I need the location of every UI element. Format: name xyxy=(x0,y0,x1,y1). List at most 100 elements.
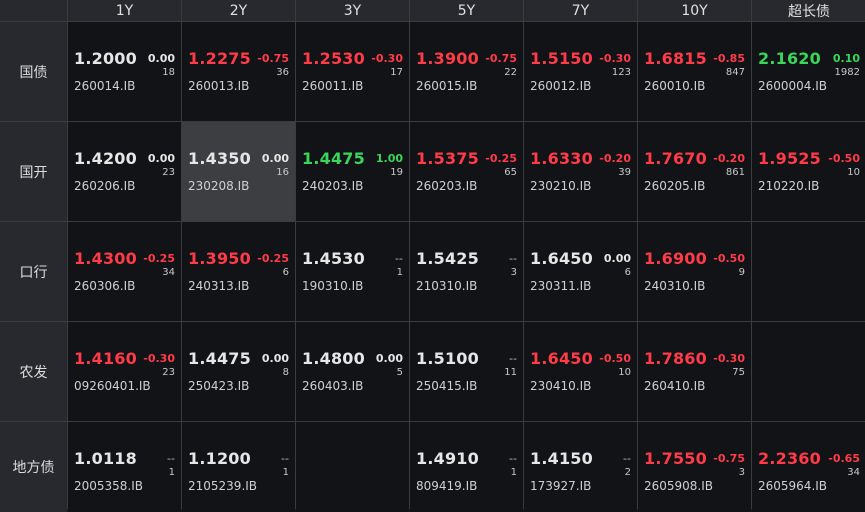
yield-value: 1.2275 xyxy=(188,49,251,68)
yield-change: -0.50 xyxy=(599,352,631,365)
bond-code: 210220.IB xyxy=(758,179,820,193)
bond-code: 240313.IB xyxy=(188,279,250,293)
trade-count: 11 xyxy=(504,367,517,378)
yield-change: -0.75 xyxy=(485,52,517,65)
quote-cell[interactable]: 1.5425 -- 3 210310.IB xyxy=(410,222,523,321)
quote-cell[interactable]: 1.3950 -0.25 6 240313.IB xyxy=(182,222,295,321)
quote-cell[interactable]: 1.6330 -0.20 39 230210.IB xyxy=(524,122,637,221)
yield-value: 2.2360 xyxy=(758,449,821,468)
quote-cell[interactable]: 1.2000 0.00 18 260014.IB xyxy=(68,22,181,121)
yield-value: 1.4160 xyxy=(74,349,137,368)
yield-change: 0.00 xyxy=(261,352,289,365)
quote-cell[interactable]: 1.4150 -- 2 173927.IB xyxy=(524,422,637,512)
trade-count: 75 xyxy=(732,367,745,378)
yield-change: 0.00 xyxy=(147,52,175,65)
trade-count: 3 xyxy=(510,267,517,278)
yield-value: 1.4910 xyxy=(416,449,479,468)
quote-cell[interactable]: 1.5375 -0.25 65 260203.IB xyxy=(410,122,523,221)
yield-change: -0.85 xyxy=(713,52,745,65)
quote-cell[interactable]: 1.1200 -- 1 2105239.IB xyxy=(182,422,295,512)
bond-code: 260013.IB xyxy=(188,79,250,93)
row-header-guokai[interactable]: 国开 xyxy=(0,122,67,221)
col-header-1y[interactable]: 1Y xyxy=(68,0,181,21)
row-header-guozhai[interactable]: 国债 xyxy=(0,22,67,121)
quote-cell[interactable]: 1.4475 1.00 19 240203.IB xyxy=(296,122,409,221)
trade-count: 847 xyxy=(725,67,745,78)
col-header-10y[interactable]: 10Y xyxy=(638,0,751,21)
trade-count: 1 xyxy=(396,267,403,278)
yield-change: -- xyxy=(509,452,517,465)
trade-count: 10 xyxy=(618,367,631,378)
yield-change: -- xyxy=(395,252,403,265)
bond-code: 09260401.IB xyxy=(74,379,151,393)
quote-cell[interactable]: 1.2275 -0.75 36 260013.IB xyxy=(182,22,295,121)
yield-value: 1.1200 xyxy=(188,449,251,468)
trade-count: 19 xyxy=(390,167,403,178)
yield-value: 1.5425 xyxy=(416,249,479,268)
quote-cell[interactable]: 1.4300 -0.25 34 260306.IB xyxy=(68,222,181,321)
corner-header xyxy=(0,0,67,21)
quote-cell[interactable]: 1.4200 0.00 23 260206.IB xyxy=(68,122,181,221)
row-header-nongfa[interactable]: 农发 xyxy=(0,322,67,421)
quote-cell[interactable]: 1.9525 -0.50 10 210220.IB xyxy=(752,122,865,221)
trade-count: 22 xyxy=(504,67,517,78)
quote-cell[interactable]: 1.2530 -0.30 17 260011.IB xyxy=(296,22,409,121)
quote-cell[interactable]: 1.4910 -- 1 809419.IB xyxy=(410,422,523,512)
yield-value: 1.6900 xyxy=(644,249,707,268)
quote-cell[interactable]: 1.7860 -0.30 75 260410.IB xyxy=(638,322,751,421)
trade-count: 36 xyxy=(276,67,289,78)
yield-value: 1.6450 xyxy=(530,249,593,268)
yield-value: 1.7550 xyxy=(644,449,707,468)
quote-cell[interactable]: 2.1620 0.10 1982 2600004.IB xyxy=(752,22,865,121)
col-header-3y[interactable]: 3Y xyxy=(296,0,409,21)
trade-count: 65 xyxy=(504,167,517,178)
yield-value: 1.4475 xyxy=(302,149,365,168)
col-header-ultra-long[interactable]: 超长债 xyxy=(752,0,865,21)
trade-count: 39 xyxy=(618,167,631,178)
trade-count: 1 xyxy=(168,467,175,478)
row-header-kouhang[interactable]: 口行 xyxy=(0,222,67,321)
quote-cell[interactable]: 1.6450 -0.50 10 230410.IB xyxy=(524,322,637,421)
quote-cell[interactable]: 1.4350 0.00 16 230208.IB xyxy=(182,122,295,221)
quote-cell[interactable]: 1.6900 -0.50 9 240310.IB xyxy=(638,222,751,321)
col-header-7y[interactable]: 7Y xyxy=(524,0,637,21)
yield-value: 1.2000 xyxy=(74,49,137,68)
col-header-2y[interactable]: 2Y xyxy=(182,0,295,21)
bond-code: 260015.IB xyxy=(416,79,478,93)
yield-change: -0.30 xyxy=(371,52,403,65)
quote-cell[interactable]: 1.5100 -- 11 250415.IB xyxy=(410,322,523,421)
yield-value: 1.4150 xyxy=(530,449,593,468)
bond-code: 2605908.IB xyxy=(644,479,714,493)
quote-cell[interactable]: 1.3900 -0.75 22 260015.IB xyxy=(410,22,523,121)
yield-change: 0.00 xyxy=(261,152,289,165)
yield-change: 0.00 xyxy=(375,352,403,365)
yield-value: 1.4475 xyxy=(188,349,251,368)
bond-code: 260011.IB xyxy=(302,79,364,93)
trade-count: 861 xyxy=(725,167,745,178)
yield-change: -0.25 xyxy=(485,152,517,165)
quote-cell[interactable]: 1.6815 -0.85 847 260010.IB xyxy=(638,22,751,121)
yield-value: 1.4800 xyxy=(302,349,365,368)
bond-code: 260206.IB xyxy=(74,179,136,193)
col-header-5y[interactable]: 5Y xyxy=(410,0,523,21)
row-header-difangzhai[interactable]: 地方债 xyxy=(0,422,67,512)
quote-cell[interactable]: 2.2360 -0.65 34 2605964.IB xyxy=(752,422,865,512)
bond-code: 2600004.IB xyxy=(758,79,828,93)
quote-cell[interactable]: 1.7670 -0.20 861 260205.IB xyxy=(638,122,751,221)
quote-cell[interactable]: 1.4530 -- 1 190310.IB xyxy=(296,222,409,321)
quote-cell[interactable]: 1.6450 0.00 6 230311.IB xyxy=(524,222,637,321)
trade-count: 16 xyxy=(276,167,289,178)
quote-cell[interactable]: 1.4800 0.00 5 260403.IB xyxy=(296,322,409,421)
quote-cell[interactable]: 1.5150 -0.30 123 260012.IB xyxy=(524,22,637,121)
yield-change: 0.10 xyxy=(832,52,860,65)
yield-change: 0.00 xyxy=(147,152,175,165)
quote-cell-empty xyxy=(752,222,865,321)
quote-cell[interactable]: 1.7550 -0.75 3 2605908.IB xyxy=(638,422,751,512)
yield-value: 1.4200 xyxy=(74,149,137,168)
trade-count: 6 xyxy=(624,267,631,278)
yield-change: -- xyxy=(623,452,631,465)
quote-cell[interactable]: 1.4475 0.00 8 250423.IB xyxy=(182,322,295,421)
yield-change: -0.30 xyxy=(143,352,175,365)
quote-cell[interactable]: 1.4160 -0.30 23 09260401.IB xyxy=(68,322,181,421)
quote-cell[interactable]: 1.0118 -- 1 2005358.IB xyxy=(68,422,181,512)
